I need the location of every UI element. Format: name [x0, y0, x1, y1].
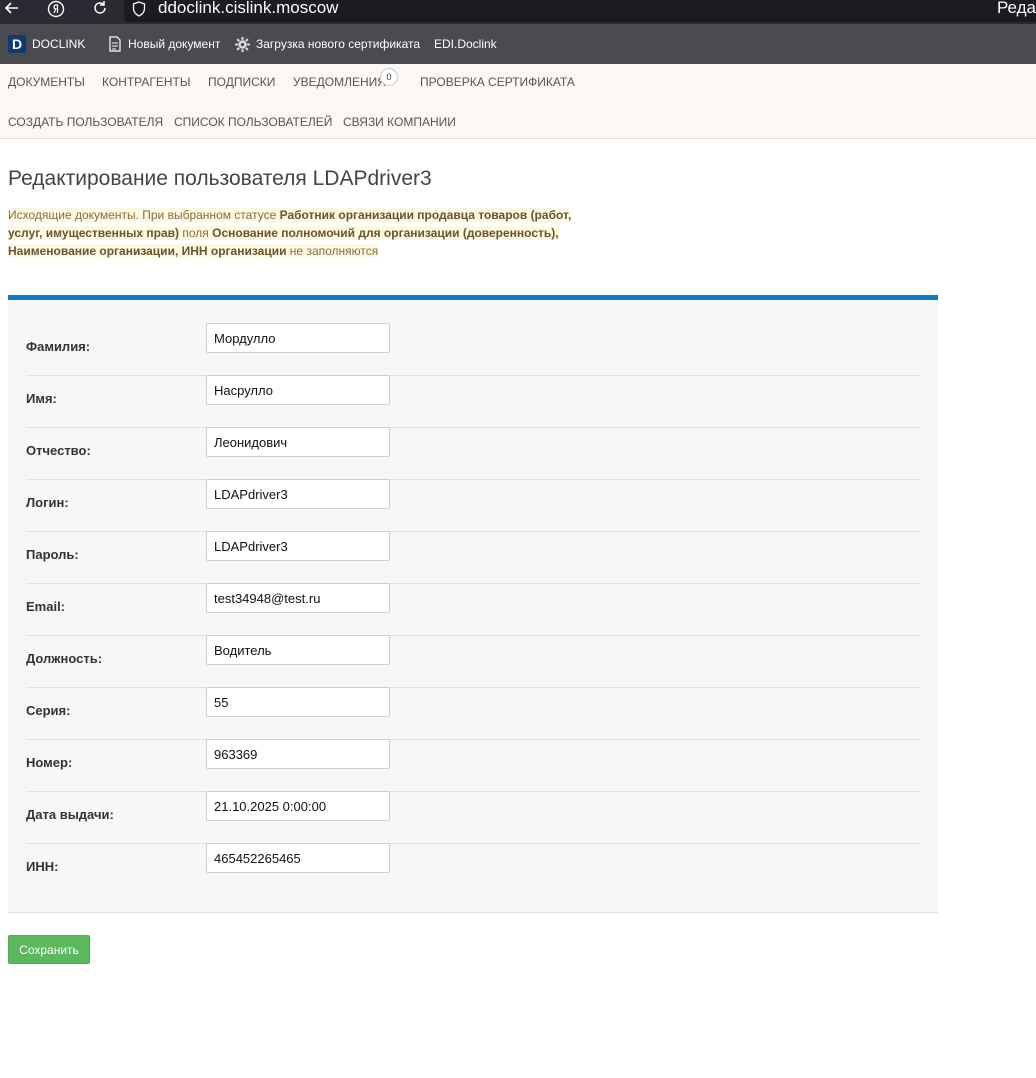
form-row-inn: ИНН:	[26, 843, 920, 895]
nav-user-list[interactable]: СПИСОК ПОЛЬЗОВАТЕЛЕЙ	[174, 115, 332, 129]
page-title: Редактирование пользователя LDAPdriver3	[8, 167, 432, 190]
nav-notifications[interactable]: УВЕДОМЛЕНИЯ	[293, 75, 386, 89]
url-text[interactable]: ddoclink.cislink.moscow	[158, 0, 338, 18]
bookmark-label: Загрузка нового сертификата	[256, 37, 421, 51]
back-arrow-icon[interactable]	[0, 0, 24, 20]
bookmark-upload-certificate[interactable]: Загрузка нового сертификата	[235, 24, 420, 64]
series-input[interactable]	[206, 687, 390, 717]
bookmarks-bar: D DOCLINK Новый документ Загрузка нового…	[0, 24, 1036, 64]
number-label: Номер:	[26, 755, 73, 770]
first-name-label: Имя:	[26, 391, 57, 406]
nav-create-user[interactable]: СОЗДАТЬ ПОЛЬЗОВАТЕЛЯ	[8, 115, 163, 129]
position-label: Должность:	[26, 651, 103, 666]
tab-title-fragment: Реда	[996, 0, 1036, 17]
form-row-issue-date: Дата выдачи:	[26, 791, 920, 844]
form-row-first-name: Имя:	[26, 375, 920, 428]
notice-text-3: не заполняются	[286, 244, 379, 258]
form-row-patronymic: Отчество:	[26, 427, 920, 480]
bookmark-doclink[interactable]: D DOCLINK	[8, 24, 85, 64]
position-input[interactable]	[206, 635, 390, 665]
password-label: Пароль:	[26, 547, 79, 562]
nav-company-links[interactable]: СВЯЗИ КОМПАНИИ	[343, 115, 456, 129]
bookmark-new-document[interactable]: Новый документ	[108, 24, 220, 64]
email-input[interactable]	[206, 583, 390, 613]
last-name-input[interactable]	[206, 323, 390, 353]
shield-icon[interactable]	[132, 1, 148, 19]
status-notice: Исходящие документы. При выбранном стату…	[8, 206, 588, 260]
nav-documents[interactable]: ДОКУМЕНТЫ	[8, 75, 85, 89]
patronymic-input[interactable]	[206, 427, 390, 457]
doclink-logo-icon: D	[8, 35, 26, 53]
form-row-position: Должность:	[26, 635, 920, 688]
form-row-email: Email:	[26, 583, 920, 636]
document-icon	[108, 36, 122, 52]
form-row-number: Номер:	[26, 739, 920, 792]
first-name-input[interactable]	[206, 375, 390, 405]
email-label: Email:	[26, 599, 66, 614]
notifications-count-badge: 0	[380, 68, 398, 86]
yandex-icon[interactable]	[44, 0, 68, 20]
nav-counterparties[interactable]: КОНТРАГЕНТЫ	[102, 75, 191, 89]
bookmark-label: Новый документ	[128, 37, 221, 51]
site-navigation: ДОКУМЕНТЫ КОНТРАГЕНТЫ ПОДПИСКИ УВЕДОМЛЕН…	[0, 64, 1036, 139]
address-bar[interactable]: ddoclink.cislink.moscow Реда	[124, 0, 1036, 22]
notice-text-2: поля	[179, 226, 213, 240]
last-name-label: Фамилия:	[26, 339, 91, 354]
inn-label: ИНН:	[26, 859, 59, 874]
notice-text-1: Исходящие документы. При выбранном стату…	[8, 208, 280, 222]
patronymic-label: Отчество:	[26, 443, 91, 458]
form-row-login: Логин:	[26, 479, 920, 532]
reload-icon[interactable]	[88, 0, 112, 20]
form-row-password: Пароль:	[26, 531, 920, 584]
bookmark-edi-doclink[interactable]: EDI.Doclink	[434, 24, 497, 64]
issue-date-label: Дата выдачи:	[26, 807, 114, 822]
save-button[interactable]: Сохранить	[8, 935, 90, 964]
user-edit-form: Фамилия: Имя: Отчество: Логин: Пароль: E…	[8, 295, 938, 913]
bookmark-label: DOCLINK	[32, 37, 86, 51]
login-input[interactable]	[206, 479, 390, 509]
nav-subscriptions[interactable]: ПОДПИСКИ	[208, 75, 275, 89]
form-row-last-name: Фамилия:	[26, 323, 920, 376]
issue-date-input[interactable]	[206, 791, 390, 821]
gear-icon	[235, 36, 250, 52]
series-label: Серия:	[26, 703, 71, 718]
number-input[interactable]	[206, 739, 390, 769]
browser-toolbar: ddoclink.cislink.moscow Реда	[0, 0, 1036, 24]
login-label: Логин:	[26, 495, 69, 510]
form-row-series: Серия:	[26, 687, 920, 740]
password-input[interactable]	[206, 531, 390, 561]
bookmark-label: EDI.Doclink	[434, 37, 497, 51]
inn-input[interactable]	[206, 843, 390, 873]
nav-certificate-check[interactable]: ПРОВЕРКА СЕРТИФИКАТА	[420, 75, 575, 89]
